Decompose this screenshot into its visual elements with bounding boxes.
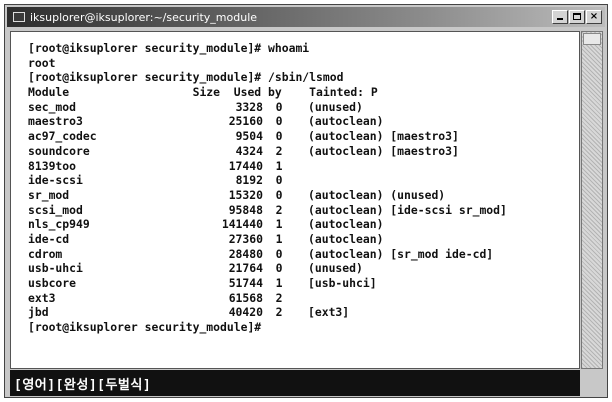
module-used-by: [usb-uhci] (308, 276, 377, 290)
module-row: soundcore 4324 2 (autoclean) [maestro3] (28, 144, 579, 159)
module-name: maestro3 (28, 114, 83, 129)
module-name: sr_mod (28, 187, 70, 202)
module-row: scsi_mod 95848 2 (autoclean) [ide-scsi sr_m… (28, 203, 579, 218)
module-row: jbd 40420 2 [ext3] (28, 305, 579, 320)
module-used-count: 1 (275, 217, 283, 232)
module-row: ext3 61568 2 (28, 291, 579, 306)
ime-status[interactable]: [영어][완성][두벌식] (14, 374, 151, 393)
shell-prompt: [root@iksuplorer security_module]# (28, 320, 262, 335)
module-size: 17440 (228, 158, 263, 173)
module-size: 28480 (228, 246, 263, 261)
module-used-by: (unused) (308, 261, 363, 276)
module-used-by: (autoclean) (unused) (308, 187, 446, 202)
terminal-line: [root@iksuplorer security_module]# /sbin… (28, 70, 344, 85)
module-name: cdrom (28, 246, 63, 261)
terminal-output[interactable]: [root@iksuplorer security_module]# whoam… (10, 31, 580, 369)
module-used-by: (autoclean) [maestro3] (308, 143, 459, 158)
terminal-line: [root@iksuplorer security_module]# whoam… (28, 41, 310, 55)
module-name: sec_mod (28, 99, 77, 114)
module-name: ext3 (28, 290, 56, 305)
window-title: iksuplorer@iksuplorer:~/security_module (30, 10, 258, 24)
module-used-by: (autoclean) (308, 231, 384, 246)
module-used-by: (autoclean) [maestro3] (308, 129, 459, 144)
module-name: ide-cd (28, 231, 70, 246)
module-row: usbcore 51744 1 [usb-uhci] (28, 276, 579, 291)
minimize-button[interactable] (552, 10, 568, 24)
module-name: usb-uhci (28, 261, 83, 276)
module-size: 40420 (228, 305, 263, 320)
module-size: 3328 (235, 99, 263, 114)
module-used-count: 0 (275, 261, 283, 276)
module-size: 51744 (228, 276, 263, 290)
module-size: 15320 (228, 187, 263, 202)
module-size: 95848 (228, 202, 263, 217)
module-row: ide-cd 27360 1 (autoclean) (28, 232, 579, 247)
terminal-icon[interactable] (13, 12, 25, 22)
module-name: soundcore (28, 143, 90, 158)
module-used-by: [ext3] (308, 305, 350, 320)
module-size: 61568 (228, 290, 263, 305)
module-row: nls_cp949 141440 1 (autoclean) (28, 217, 579, 232)
terminal-line: root (28, 55, 56, 70)
module-size: 8192 (235, 173, 263, 188)
module-row: ide-scsi 8192 0 (28, 173, 579, 188)
terminal-window: iksuplorer@iksuplorer:~/security_module … (4, 4, 608, 398)
module-size: 9504 (235, 129, 263, 144)
module-used-by: (unused) (308, 99, 363, 114)
module-used-by: (autoclean) [sr_mod ide-cd] (308, 246, 494, 261)
module-name: jbd (28, 305, 49, 320)
module-used-by: (autoclean) (308, 114, 384, 129)
module-used-count: 2 (275, 290, 283, 305)
module-row: sec_mod 3328 0 (unused) (28, 100, 579, 115)
module-row: usb-uhci 21764 0 (unused) (28, 261, 579, 276)
module-used-count: 0 (275, 246, 283, 261)
module-name: scsi_mod (28, 202, 83, 217)
module-used-count: 0 (275, 99, 283, 114)
module-row: ac97_codec 9504 0 (autoclean) [maestro3] (28, 129, 579, 144)
module-used-count: 0 (275, 173, 283, 188)
module-used-count: 0 (275, 129, 283, 144)
module-size: 4324 (235, 143, 263, 158)
window-controls: × (552, 10, 602, 24)
close-button[interactable]: × (586, 10, 602, 24)
module-row: 8139too 17440 1 (28, 159, 579, 174)
module-name: ide-scsi (28, 173, 83, 188)
module-size: 21764 (228, 261, 263, 276)
module-name: ac97_codec (28, 129, 97, 144)
module-row: sr_mod 15320 0 (autoclean) (unused) (28, 188, 579, 203)
module-used-count: 1 (275, 276, 283, 290)
title-bar[interactable]: iksuplorer@iksuplorer:~/security_module … (7, 7, 605, 27)
module-used-count: 2 (275, 143, 283, 158)
module-name: nls_cp949 (28, 217, 90, 232)
module-used-count: 2 (275, 305, 283, 320)
module-row: cdrom 28480 0 (autoclean) [sr_mod ide-cd] (28, 247, 579, 262)
module-list: sec_mod 3328 0 (unused) maestro3 25160 0 (autoc… (28, 100, 579, 320)
vertical-scrollbar[interactable] (581, 31, 603, 369)
module-size: 27360 (228, 231, 263, 246)
module-used-by: (autoclean) [ide-scsi sr_mod] (308, 202, 507, 217)
module-name: usbcore (28, 276, 77, 290)
scrollbar-thumb[interactable] (583, 33, 601, 45)
input-method-bar: [영어][완성][두벌식] (10, 370, 580, 396)
maximize-button[interactable] (569, 10, 585, 24)
lsmod-header: Module Size Used by Tainted: P (28, 85, 378, 100)
module-name: 8139too (28, 158, 77, 173)
module-row: maestro3 25160 0 (autoclean) (28, 114, 579, 129)
module-used-count: 0 (275, 187, 283, 202)
module-size: 141440 (221, 217, 263, 232)
module-size: 25160 (228, 114, 263, 129)
module-used-count: 1 (275, 231, 283, 246)
module-used-count: 2 (275, 202, 283, 217)
module-used-by: (autoclean) (308, 217, 384, 232)
module-used-count: 1 (275, 158, 283, 173)
module-used-count: 0 (275, 114, 283, 129)
